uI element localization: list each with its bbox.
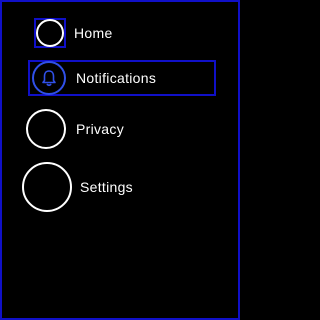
menu-item-notifications[interactable]: Notifications: [28, 60, 216, 96]
settings-menu-screen: Home Notifications Privacy Settings: [0, 0, 240, 320]
menu-item-label: Home: [74, 25, 113, 41]
menu-item-label: Settings: [80, 179, 133, 195]
circle-icon: [26, 109, 66, 149]
menu-item-label: Notifications: [76, 70, 157, 86]
home-icon-frame: [34, 18, 66, 48]
bell-icon-glyph: [42, 70, 56, 87]
menu-item-privacy[interactable]: Privacy: [26, 108, 124, 150]
circle-icon: [22, 162, 72, 212]
menu-item-settings[interactable]: Settings: [22, 162, 133, 212]
menu-item-label: Privacy: [76, 121, 124, 137]
circle-icon: [36, 19, 64, 47]
bell-icon: [32, 61, 66, 95]
menu-item-home[interactable]: Home: [26, 12, 113, 54]
